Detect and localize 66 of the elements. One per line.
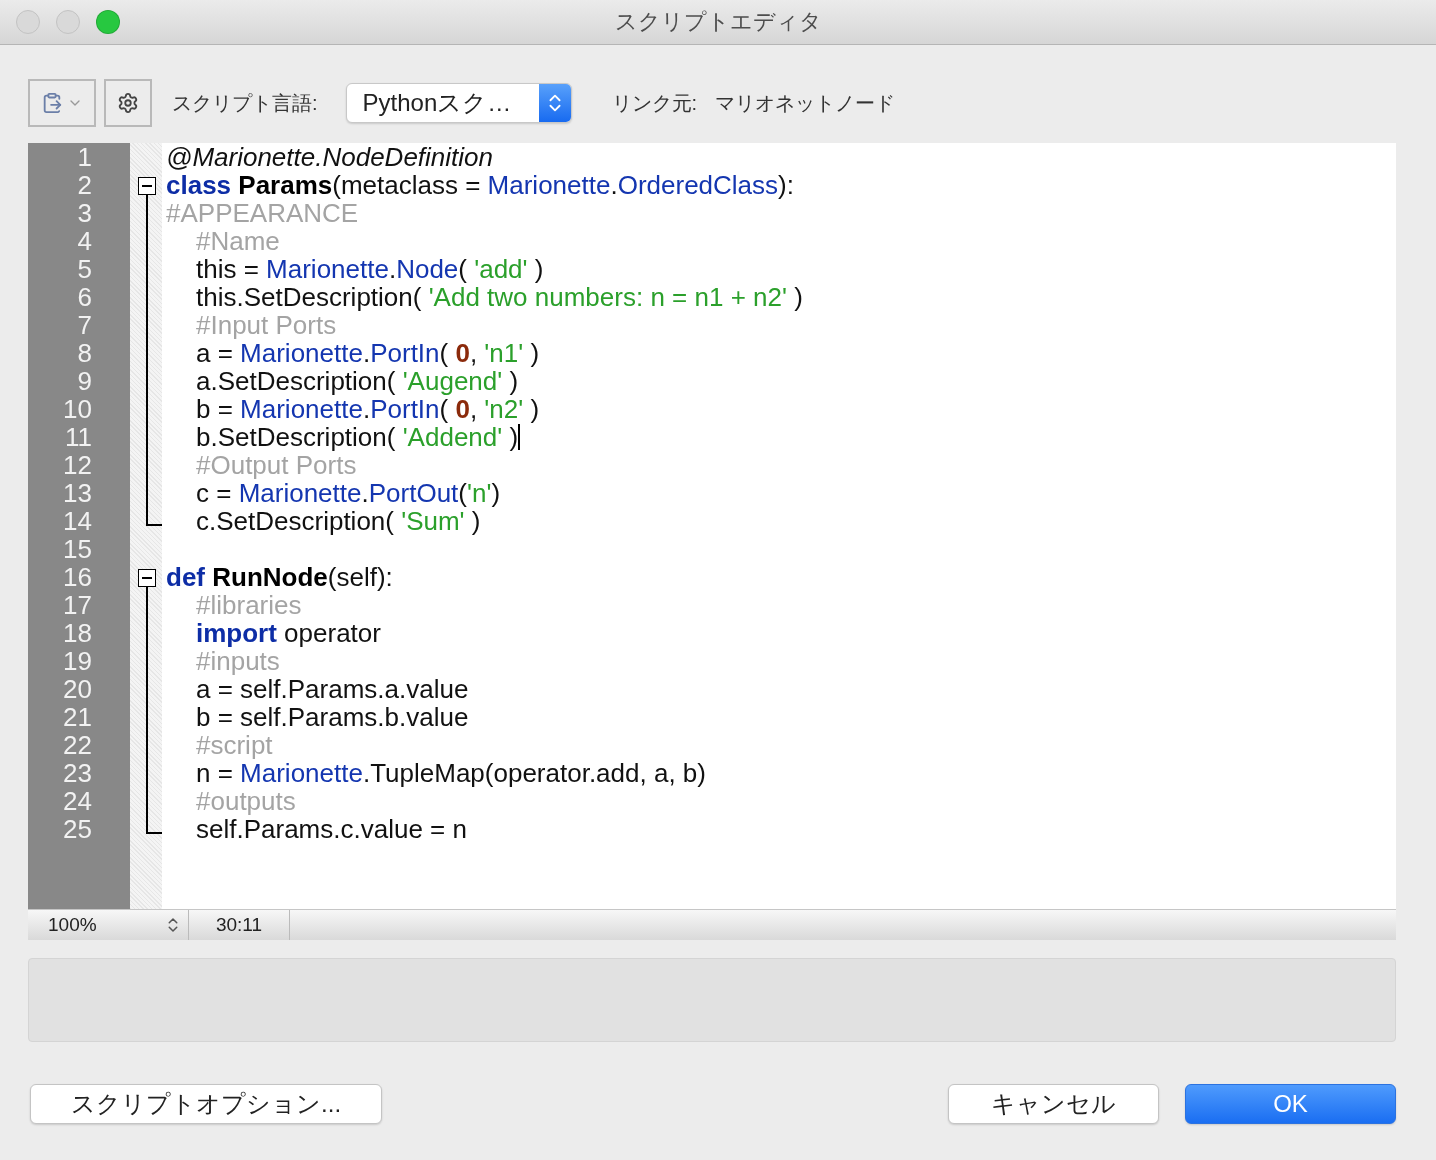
paste-menu-button[interactable] <box>28 79 96 127</box>
code-line: def RunNode(self): <box>166 563 393 591</box>
link-label: リンク元: <box>611 90 698 116</box>
code-line: import operator <box>196 619 381 647</box>
line-number: 1 <box>76 143 93 171</box>
line-number: 22 <box>62 731 93 759</box>
code-line: #outputs <box>196 787 296 815</box>
line-number: 2 <box>76 171 93 199</box>
zoom-stepper[interactable]: 100% <box>28 910 189 940</box>
line-number: 4 <box>76 227 93 255</box>
settings-button[interactable] <box>104 79 152 127</box>
code-line: @Marionette.NodeDefinition <box>166 143 493 171</box>
script-options-button[interactable]: スクリプトオプション... <box>30 1084 383 1124</box>
line-number: 16 <box>62 563 93 591</box>
line-number: 15 <box>62 535 93 563</box>
code-line: #APPEARANCE <box>166 199 359 227</box>
code-line: self.Params.c.value = n <box>196 815 467 843</box>
code-line: this = Marionette.Node( 'add' ) <box>196 255 544 283</box>
line-number: 12 <box>62 451 93 479</box>
code-line: c.SetDescription( 'Sum' ) <box>196 507 481 535</box>
code-line: #Output Ports <box>196 451 357 479</box>
settings-icon <box>117 92 139 114</box>
code-line: #Name <box>196 227 280 255</box>
line-number: 10 <box>62 395 93 423</box>
code-line: a = self.Params.a.value <box>196 675 469 703</box>
line-number: 18 <box>62 619 93 647</box>
code-line: a.SetDescription( 'Augend' ) <box>196 367 519 395</box>
code-line: a = Marionette.PortIn( 0, 'n1' ) <box>196 339 540 367</box>
code-line: b = Marionette.PortIn( 0, 'n2' ) <box>196 395 540 423</box>
code-line: #script <box>196 731 273 759</box>
line-number: 3 <box>76 199 93 227</box>
cancel-button[interactable]: キャンセル <box>948 1084 1160 1124</box>
line-number: 6 <box>76 283 93 311</box>
clipboard-icon <box>41 92 63 114</box>
line-number: 13 <box>62 479 93 507</box>
code-line: b.SetDescription( 'Addend' ) <box>196 423 519 451</box>
line-number: 11 <box>64 423 93 451</box>
line-number: 8 <box>76 339 93 367</box>
link-value: マリオネットノード <box>715 90 896 116</box>
fold-toggle-icon[interactable] <box>138 569 156 591</box>
line-number: 20 <box>62 675 93 703</box>
fold-toggle-icon[interactable] <box>138 177 156 199</box>
cursor-position: 30:11 <box>189 910 290 940</box>
code-line: n = Marionette.TupleMap(operator.add, a, b) <box>196 759 706 787</box>
code-line: #Input Ports <box>196 311 337 339</box>
code-line: c = Marionette.PortOut('n') <box>196 479 501 507</box>
line-number: 19 <box>62 647 93 675</box>
language-dropdown[interactable]: Pythonスク… <box>345 83 572 123</box>
line-number: 14 <box>62 507 93 535</box>
line-number: 24 <box>62 787 93 815</box>
line-number: 9 <box>76 367 93 395</box>
line-number: 21 <box>62 703 93 731</box>
code-line: #libraries <box>196 591 302 619</box>
code-editor[interactable] <box>28 143 1396 909</box>
line-number: 25 <box>62 815 93 843</box>
line-number: 7 <box>76 311 93 339</box>
code-line: b = self.Params.b.value <box>196 703 469 731</box>
code-line: class Params(metaclass = Marionette.OrderedClass): <box>166 171 794 199</box>
language-label: スクリプト言語: <box>172 90 318 116</box>
line-number: 5 <box>76 255 93 283</box>
ok-button[interactable]: OK <box>1185 1084 1396 1124</box>
line-number: 17 <box>62 591 93 619</box>
code-line: #inputs <box>196 647 280 675</box>
code-line: this.SetDescription( 'Add two numbers: n = n1 + n2' ) <box>196 283 803 311</box>
window-title: スクリプトエディタ <box>614 8 822 36</box>
line-number: 23 <box>62 759 93 787</box>
